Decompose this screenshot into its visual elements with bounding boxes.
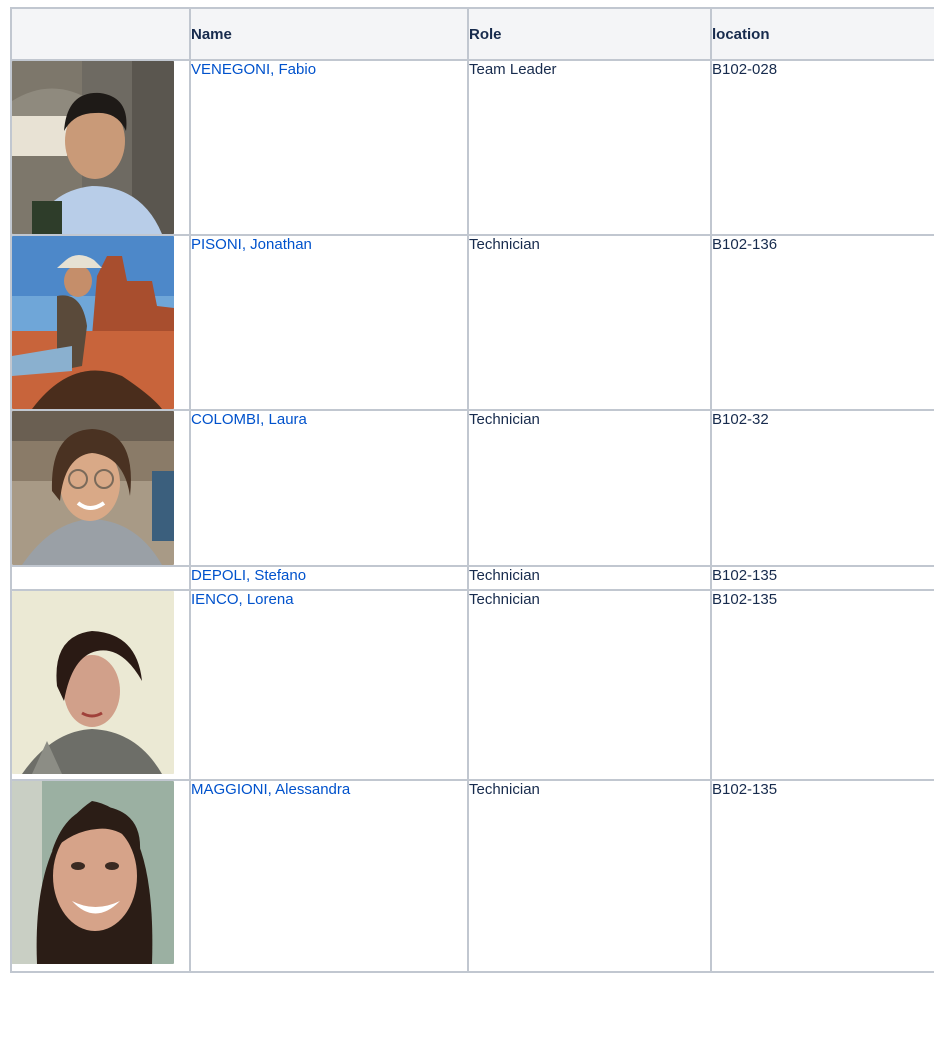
role-cell: Technician — [467, 589, 712, 781]
name-cell: VENEGONI, Fabio — [189, 59, 469, 236]
person-name-link[interactable]: IENCO, Lorena — [191, 591, 294, 608]
profile-photo[interactable] — [12, 411, 174, 565]
name-cell: DEPOLI, Stefano — [189, 565, 469, 591]
person-name-link[interactable]: PISONI, Jonathan — [191, 236, 312, 253]
profile-photo[interactable] — [12, 781, 174, 964]
role-cell: Technician — [467, 409, 712, 567]
person-name-link[interactable]: VENEGONI, Fabio — [191, 61, 316, 78]
person-name-link[interactable]: DEPOLI, Stefano — [191, 567, 306, 584]
name-cell: IENCO, Lorena — [189, 589, 469, 781]
photo-cell — [10, 59, 191, 236]
photo-cell — [10, 589, 191, 781]
name-cell: MAGGIONI, Alessandra — [189, 779, 469, 973]
location-cell: B102-135 — [710, 589, 934, 781]
person-name-link[interactable]: COLOMBI, Laura — [191, 411, 307, 428]
profile-photo[interactable] — [12, 236, 174, 409]
profile-photo[interactable] — [12, 61, 174, 234]
photo-cell — [10, 409, 191, 567]
profile-photo[interactable] — [12, 591, 174, 774]
header-location: location — [710, 7, 934, 61]
name-cell: COLOMBI, Laura — [189, 409, 469, 567]
header-name: Name — [189, 7, 469, 61]
people-table: Name Role location VENEGONI, Fabio Team … — [10, 7, 934, 973]
role-cell: Team Leader — [467, 59, 712, 236]
header-photo — [10, 7, 191, 61]
role-cell: Technician — [467, 565, 712, 591]
table-row: DEPOLI, Stefano Technician B102-135 — [10, 565, 934, 591]
role-cell: Technician — [467, 779, 712, 973]
photo-cell — [10, 779, 191, 973]
table-row: IENCO, Lorena Technician B102-135 — [10, 589, 934, 781]
page: Name Role location VENEGONI, Fabio Team … — [0, 0, 934, 1057]
role-cell: Technician — [467, 234, 712, 411]
location-cell: B102-136 — [710, 234, 934, 411]
table-row: PISONI, Jonathan Technician B102-136 — [10, 234, 934, 411]
header-role: Role — [467, 7, 712, 61]
location-cell: B102-32 — [710, 409, 934, 567]
location-cell: B102-028 — [710, 59, 934, 236]
person-name-link[interactable]: MAGGIONI, Alessandra — [191, 781, 350, 798]
location-cell: B102-135 — [710, 779, 934, 973]
location-cell: B102-135 — [710, 565, 934, 591]
table-row: COLOMBI, Laura Technician B102-32 — [10, 409, 934, 567]
table-row: MAGGIONI, Alessandra Technician B102-135 — [10, 779, 934, 973]
table-row: VENEGONI, Fabio Team Leader B102-028 — [10, 59, 934, 236]
name-cell: PISONI, Jonathan — [189, 234, 469, 411]
photo-cell — [10, 565, 191, 591]
table-header-row: Name Role location — [10, 7, 934, 61]
photo-cell — [10, 234, 191, 411]
